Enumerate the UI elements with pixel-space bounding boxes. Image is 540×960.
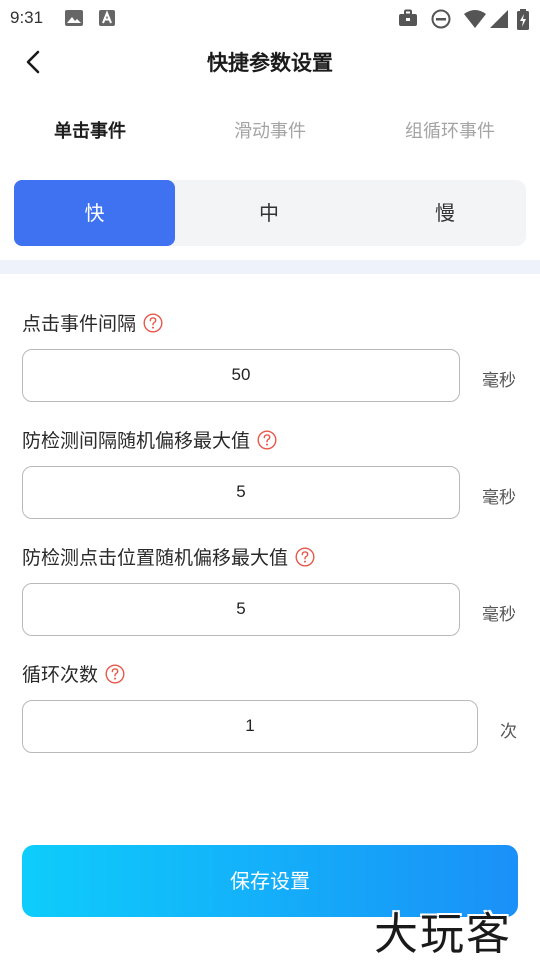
tab-click-event[interactable]: 单击事件 bbox=[10, 117, 170, 143]
status-time: 9:31 bbox=[10, 8, 44, 27]
watermark-logo: 大玩客 bbox=[374, 909, 512, 960]
do-not-disturb-icon bbox=[431, 9, 451, 29]
speed-medium-option[interactable]: 中 bbox=[189, 180, 349, 246]
click-interval-input[interactable]: 50 bbox=[22, 349, 460, 402]
image-icon bbox=[65, 10, 83, 26]
click-interval-label: 点击事件间隔 bbox=[22, 309, 163, 336]
tab-group-loop-event[interactable]: 组循环事件 bbox=[370, 117, 530, 143]
help-icon[interactable] bbox=[295, 546, 315, 567]
help-icon[interactable] bbox=[105, 663, 125, 684]
speed-fast-option[interactable]: 快 bbox=[14, 180, 175, 246]
signal-icon bbox=[490, 10, 508, 28]
speed-selector: 快 中 慢 bbox=[14, 180, 526, 246]
loop-count-label-text: 循环次数 bbox=[22, 664, 99, 686]
status-bar: 9:31 bbox=[0, 0, 540, 36]
help-icon[interactable] bbox=[143, 312, 163, 333]
loop-count-input[interactable]: 1 bbox=[22, 700, 478, 753]
font-icon bbox=[99, 10, 115, 26]
tab-swipe-event[interactable]: 滑动事件 bbox=[190, 117, 350, 143]
position-offset-label: 防检测点击位置随机偏移最大值 bbox=[22, 543, 315, 570]
wifi-icon bbox=[464, 10, 486, 28]
briefcase-icon bbox=[399, 9, 417, 26]
position-offset-input[interactable]: 5 bbox=[22, 583, 460, 636]
click-interval-unit: 毫秒 bbox=[482, 371, 516, 391]
section-divider bbox=[0, 260, 540, 274]
interval-offset-label: 防检测间隔随机偏移最大值 bbox=[22, 426, 277, 453]
help-icon[interactable] bbox=[257, 429, 277, 450]
interval-offset-label-text: 防检测间隔随机偏移最大值 bbox=[22, 430, 251, 452]
loop-count-label: 循环次数 bbox=[22, 660, 125, 687]
loop-count-unit: 次 bbox=[500, 722, 517, 742]
position-offset-unit: 毫秒 bbox=[482, 605, 516, 625]
interval-offset-input[interactable]: 5 bbox=[22, 466, 460, 519]
interval-offset-unit: 毫秒 bbox=[482, 488, 516, 508]
speed-slow-option[interactable]: 慢 bbox=[364, 180, 526, 246]
battery-icon bbox=[517, 9, 529, 30]
click-interval-label-text: 点击事件间隔 bbox=[22, 313, 137, 335]
position-offset-label-text: 防检测点击位置随机偏移最大值 bbox=[22, 547, 289, 569]
page-title: 快捷参数设置 bbox=[207, 51, 333, 75]
